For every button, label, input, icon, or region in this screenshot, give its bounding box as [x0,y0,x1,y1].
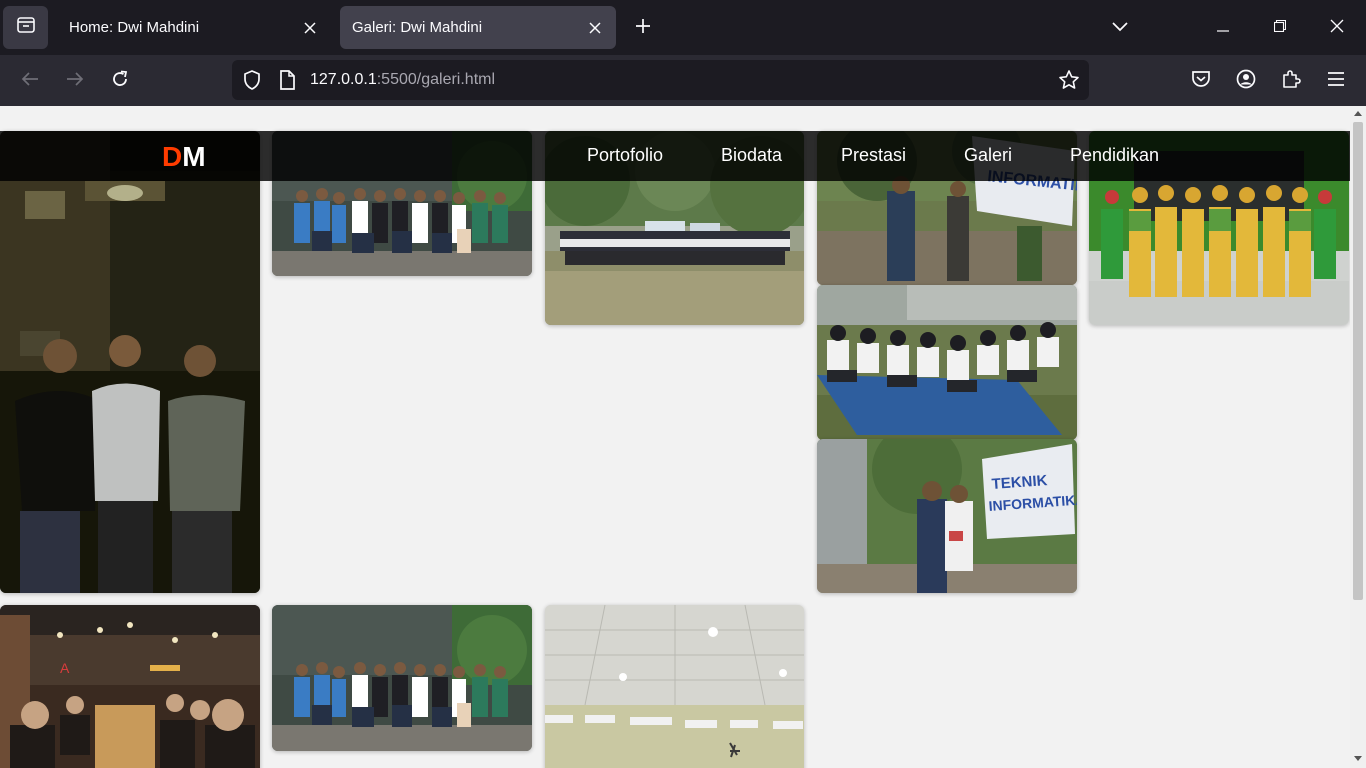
tab-title: Home: Dwi Mahdini [69,19,200,36]
close-icon[interactable] [295,13,325,43]
forward-button[interactable] [59,65,91,97]
account-button[interactable] [1230,65,1262,97]
extensions-icon [1281,69,1301,94]
star-icon[interactable] [1057,68,1081,92]
site-logo[interactable]: DM [162,141,206,173]
new-tab-button[interactable] [628,13,658,43]
forward-icon [66,71,84,92]
minimize-button[interactable] [1205,10,1241,46]
nav-link-galeri[interactable]: Galeri [964,145,1012,166]
nav-link-pendidikan[interactable]: Pendidikan [1070,145,1159,166]
tab-list-icon [16,15,36,40]
vertical-scrollbar[interactable] [1350,106,1366,768]
gallery-photo[interactable]: A [0,605,260,768]
tab-galeri[interactable]: Galeri: Dwi Mahdini [340,6,616,49]
nav-link-prestasi[interactable]: Prestasi [841,145,906,166]
reload-button[interactable] [104,65,136,97]
pocket-button[interactable] [1185,65,1217,97]
window-close-button[interactable] [1319,10,1355,46]
scroll-thumb[interactable] [1353,122,1363,600]
menu-button[interactable] [1320,65,1352,97]
minimize-icon [1217,19,1229,37]
extensions-button[interactable] [1275,65,1307,97]
chevron-down-icon [1112,19,1128,37]
account-icon [1236,69,1256,94]
url-text[interactable]: 127.0.0.1:5500/galeri.html [310,71,495,89]
url-path: :5500/galeri.html [376,71,496,88]
gallery-photo[interactable] [0,131,260,593]
menu-icon [1328,71,1344,91]
tab-list-button[interactable] [3,6,48,49]
restore-button[interactable] [1262,10,1298,46]
nav-link-biodata[interactable]: Biodata [721,145,782,166]
plus-icon [635,18,651,39]
url-host: 127.0.0.1 [310,71,377,88]
navigation-toolbar: 127.0.0.1:5500/galeri.html [0,55,1366,106]
tab-home[interactable]: Home: Dwi Mahdini [57,6,331,49]
svg-text:A: A [60,660,70,676]
scroll-up-arrow[interactable] [1354,111,1362,116]
window-close-icon [1330,19,1344,38]
page-icon[interactable] [275,68,299,92]
gallery-photo[interactable] [272,605,532,751]
restore-icon [1273,19,1287,37]
address-bar[interactable]: 127.0.0.1:5500/galeri.html [232,60,1089,100]
back-icon [21,71,39,92]
nav-link-portofolio[interactable]: Portofolio [587,145,663,166]
tab-title: Galeri: Dwi Mahdini [352,19,483,36]
logo-letter-m: M [182,141,206,172]
back-button[interactable] [14,65,46,97]
list-all-tabs-button[interactable] [1105,13,1135,43]
reload-icon [111,70,129,93]
logo-letter-d: D [162,141,183,172]
page-content: INFORMATIKA TEKNIK INFORMATIKA A DM Port… [0,106,1350,768]
close-icon[interactable] [580,13,610,43]
tab-strip: Home: Dwi Mahdini Galeri: Dwi Mahdini [0,0,1366,55]
gallery-photo[interactable] [545,605,804,768]
gallery-photo[interactable] [817,285,1077,440]
pocket-icon [1191,70,1211,93]
shield-icon[interactable] [240,68,264,92]
site-header: DM Portofolio Biodata Prestasi Galeri Pe… [0,131,1350,181]
scroll-down-arrow[interactable] [1354,756,1362,761]
gallery-photo[interactable]: TEKNIK INFORMATIKA [817,439,1077,593]
